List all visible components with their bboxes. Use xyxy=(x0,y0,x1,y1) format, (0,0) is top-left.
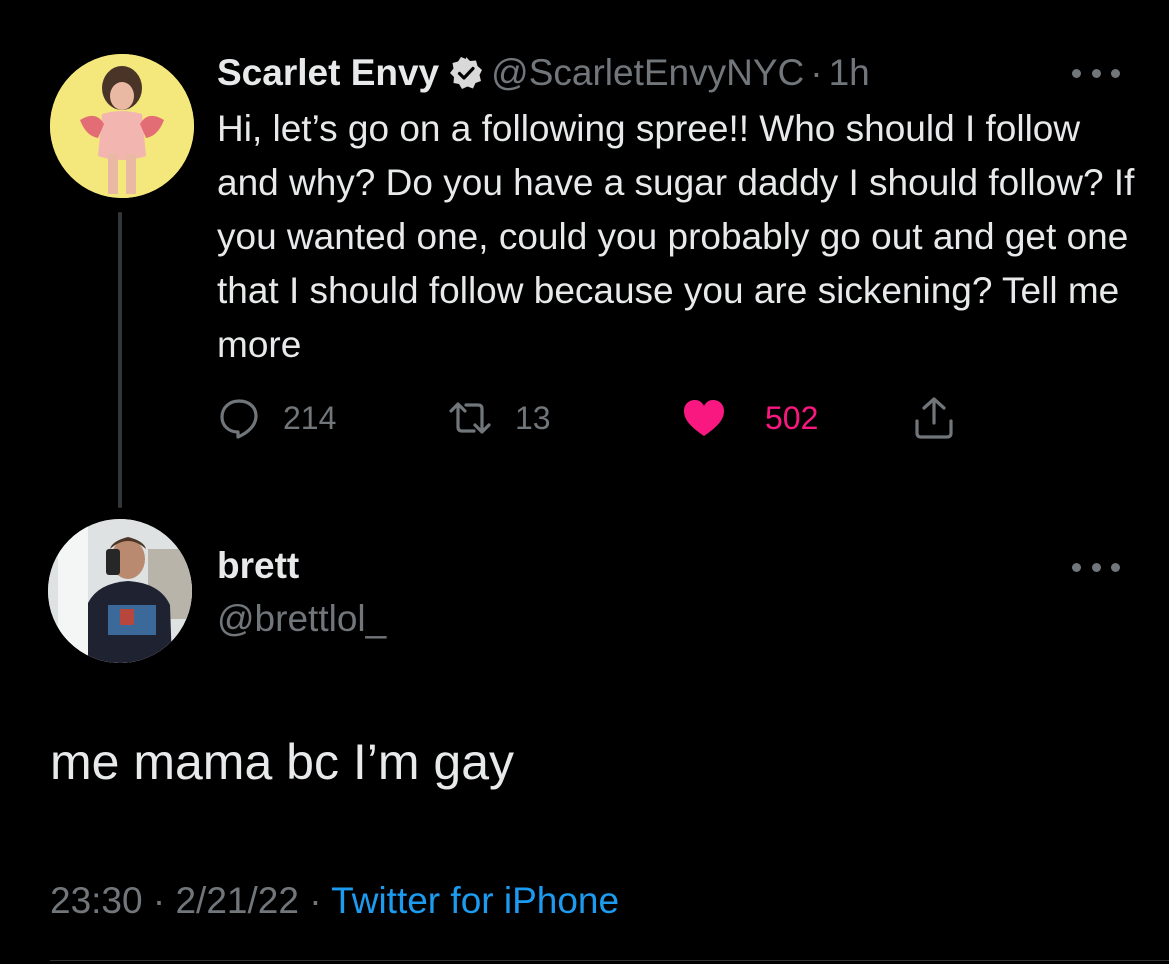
thread-connector-line xyxy=(118,212,122,508)
reply-bubble-icon xyxy=(217,396,261,440)
verified-badge-icon xyxy=(449,56,483,90)
share-upload-icon xyxy=(911,395,957,441)
handle-brett[interactable]: @brettlol_ xyxy=(217,598,386,640)
tweet-time[interactable]: 23:30 xyxy=(50,880,143,921)
original-tweet-header: Scarlet Envy @ScarletEnvyNYC · 1h xyxy=(217,50,870,96)
retweet-count: 13 xyxy=(515,399,551,436)
meta-separator: · xyxy=(309,880,322,921)
reply-button[interactable]: 214 xyxy=(217,390,336,446)
handle-scarlet[interactable]: @ScarletEnvyNYC xyxy=(491,52,804,94)
meta-separator: · xyxy=(152,880,166,921)
avatar-brett[interactable] xyxy=(48,519,192,663)
avatar-image xyxy=(48,519,192,663)
avatar-scarlet-envy[interactable] xyxy=(50,54,194,198)
display-name-brett[interactable]: brett xyxy=(217,545,299,587)
tweet-date[interactable]: 2/21/22 xyxy=(175,880,298,921)
tweet-time-ago[interactable]: 1h xyxy=(829,52,870,94)
tweet-client-link[interactable]: Twitter for iPhone xyxy=(331,880,619,921)
reply-count: 214 xyxy=(283,399,337,436)
tweet-action-bar: 214 13 502 xyxy=(217,390,977,446)
reply-tweet-text: me mama bc I’m gay xyxy=(50,734,515,790)
more-options-icon[interactable] xyxy=(1072,557,1120,577)
retweet-button[interactable]: 13 xyxy=(447,390,551,446)
avatar-image xyxy=(50,54,194,198)
divider xyxy=(50,960,1169,961)
retweet-icon xyxy=(447,396,493,440)
display-name-scarlet[interactable]: Scarlet Envy xyxy=(217,52,439,94)
original-tweet-text: Hi, let’s go on a following spree!! Who … xyxy=(217,108,1135,365)
share-button[interactable] xyxy=(911,390,957,446)
like-button[interactable]: 502 xyxy=(681,390,818,446)
more-options-icon[interactable] xyxy=(1072,63,1120,83)
header-separator: · xyxy=(810,52,823,93)
heart-icon xyxy=(681,396,727,440)
like-count: 502 xyxy=(765,399,819,436)
tweet-metadata: 23:30 · 2/21/22 · Twitter for iPhone xyxy=(50,880,619,922)
